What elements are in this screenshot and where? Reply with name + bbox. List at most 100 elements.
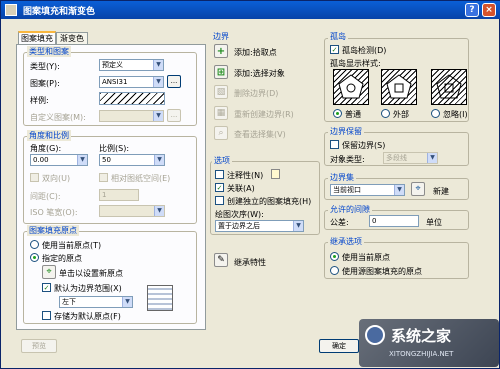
click-set-origin-label: 单击以设置新原点 (59, 269, 123, 278)
draw-order-select[interactable]: 置于边界之后 ▼ (215, 220, 304, 232)
scale-select[interactable]: 50 ▼ (99, 154, 165, 166)
add-pick-points-icon[interactable]: + (214, 44, 228, 58)
island-outer-image[interactable] (381, 69, 417, 105)
island-normal-image[interactable] (333, 69, 369, 105)
default-boundary-label: 默认为边界范围(X) (54, 284, 122, 293)
tab-hatch[interactable]: 图案填充 (18, 31, 56, 44)
draw-order-label: 绘图次序(W): (215, 210, 264, 219)
watermark-logo-icon (365, 325, 385, 345)
app-icon (5, 4, 17, 16)
preview-button[interactable]: 预览 (21, 339, 57, 353)
use-current-origin-radio[interactable] (30, 240, 39, 249)
sample-label: 样例: (30, 96, 49, 105)
relative-paper-label: 相对图纸空间(E) (111, 174, 171, 183)
annotative-info-icon (271, 169, 280, 179)
gap-tolerance-legend: 允许的间隙 (328, 204, 372, 215)
object-type-select[interactable]: 多段线 ▼ (383, 152, 438, 164)
specified-origin-radio[interactable] (30, 253, 39, 262)
default-boundary-checkbox[interactable]: ✓ (42, 283, 51, 292)
watermark-text: 系统之家 (391, 327, 452, 345)
inherit-properties-icon[interactable]: ✎ (214, 253, 228, 267)
store-default-checkbox[interactable] (42, 311, 51, 320)
spacing-label: 间距(C): (30, 192, 61, 201)
watermark-url: XITONGZHIJIA.NET (389, 350, 454, 358)
iso-pen-label: ISO 笔宽(O): (30, 208, 78, 217)
ok-button[interactable]: 确定 (319, 339, 359, 353)
custom-pattern-browse-button[interactable]: ... (167, 109, 181, 122)
tolerance-unit-label: 单位 (426, 218, 442, 227)
annotative-label: 注释性(N) (227, 171, 264, 180)
custom-pattern-select[interactable]: ▼ (99, 110, 164, 122)
recreate-boundary-icon[interactable]: ▦ (214, 106, 228, 120)
inherit-options-legend: 继承选项 (328, 236, 364, 247)
angle-scale-legend: 角度和比例 (27, 130, 71, 141)
annotative-checkbox[interactable] (215, 170, 224, 179)
view-selections-label[interactable]: 查看选择集(V) (234, 129, 286, 140)
help-icon[interactable]: ? (465, 3, 479, 17)
islands-legend: 孤岛 (328, 31, 348, 42)
angle-select[interactable]: 0.00 ▼ (30, 154, 88, 166)
island-style-label: 孤岛显示样式: (330, 59, 381, 68)
set-origin-icon[interactable]: ⌖ (42, 265, 56, 279)
options-legend: 选项 (212, 155, 232, 166)
pattern-sample-swatch[interactable] (99, 92, 165, 105)
remove-boundaries-label[interactable]: 删除边界(D) (234, 88, 278, 99)
add-select-objects-label[interactable]: 添加:选择对象 (234, 68, 285, 79)
origin-position-select[interactable]: 左下 ▼ (59, 296, 133, 308)
type-pattern-legend: 类型和图案 (27, 46, 71, 57)
window-title: 图案填充和渐变色 (23, 6, 96, 17)
double-checkbox[interactable] (30, 173, 39, 182)
inherit-properties-label[interactable]: 继承特性 (234, 257, 266, 268)
island-ignore-image[interactable] (431, 69, 467, 105)
origin-legend: 图案填充原点 (27, 225, 79, 236)
boundary-set-select[interactable]: 当前视口 ▼ (330, 184, 405, 196)
retain-boundaries-label: 保留边界(S) (342, 141, 386, 150)
relative-paper-checkbox[interactable] (99, 173, 108, 182)
origin-preview-image (147, 285, 173, 311)
island-normal-radio[interactable] (333, 109, 342, 118)
associative-checkbox[interactable]: ✓ (215, 183, 224, 192)
pattern-browse-button[interactable]: ... (167, 75, 181, 88)
inherit-source-origin-label: 使用源图案填充的原点 (342, 267, 422, 276)
island-outer-radio[interactable] (381, 109, 390, 118)
boundary-retention-legend: 边界保留 (328, 126, 364, 137)
tab-gradient[interactable]: 渐变色 (56, 32, 88, 44)
tolerance-input[interactable]: 0 (369, 215, 419, 227)
type-select[interactable]: 预定义 ▼ (99, 59, 164, 71)
scale-label: 比例(S): (99, 144, 130, 153)
add-select-objects-icon[interactable]: ⊞ (214, 65, 228, 79)
inherit-source-origin-radio[interactable] (330, 266, 339, 275)
add-pick-points-label[interactable]: 添加:拾取点 (234, 47, 277, 58)
double-label: 双向(U) (42, 174, 71, 183)
close-icon[interactable]: × (482, 3, 496, 17)
hatch-dialog: 图案填充和渐变色 ? × 图案填充 渐变色 类型和图案 类型(Y): 预定义 ▼ … (0, 0, 500, 369)
store-default-label: 存储为默认原点(F) (54, 312, 121, 321)
inherit-current-origin-label: 使用当前原点 (342, 253, 390, 262)
spacing-input[interactable]: 1 (99, 189, 139, 201)
new-boundary-set-icon[interactable]: ⌖ (411, 182, 425, 196)
island-detection-checkbox[interactable]: ✓ (330, 45, 339, 54)
inherit-current-origin-radio[interactable] (330, 252, 339, 261)
angle-label: 角度(G): (30, 144, 62, 153)
view-selections-icon[interactable]: ⌕ (214, 126, 228, 140)
recreate-boundary-label[interactable]: 重新创建边界(R) (234, 109, 294, 120)
iso-pen-select[interactable]: ▼ (99, 205, 165, 217)
separate-hatches-checkbox[interactable] (215, 196, 224, 205)
island-outer-label: 外部 (393, 110, 409, 119)
retain-boundaries-checkbox[interactable] (330, 140, 339, 149)
use-current-origin-label: 使用当前原点(T) (42, 241, 102, 250)
boundary-set-legend: 边界集 (328, 172, 356, 183)
object-type-label: 对象类型: (330, 155, 365, 164)
new-boundary-set-label: 新建 (433, 187, 449, 196)
boundaries-legend: 边界 (213, 32, 229, 41)
specified-origin-label: 指定的原点 (42, 254, 82, 263)
custom-pattern-label: 自定义图案(M): (30, 113, 86, 122)
island-ignore-radio[interactable] (431, 109, 440, 118)
pattern-label: 图案(P): (30, 79, 60, 88)
type-label: 类型(Y): (30, 62, 60, 71)
remove-boundaries-icon[interactable]: ▧ (214, 85, 228, 99)
island-ignore-label: 忽略(I) (443, 110, 468, 119)
title-bar: 图案填充和渐变色 (1, 1, 500, 19)
separate-hatches-label: 创建独立的图案填充(H) (227, 197, 312, 206)
pattern-select[interactable]: ANSI31 ▼ (99, 76, 164, 88)
